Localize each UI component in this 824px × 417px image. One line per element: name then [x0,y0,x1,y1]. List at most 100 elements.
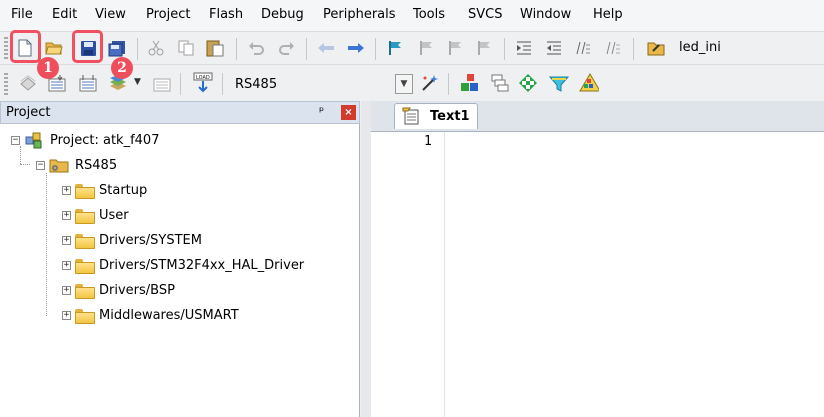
expand-icon[interactable]: + [62,260,71,270]
tree-node-group[interactable]: + Drivers/STM32F4xx_HAL_Driver [62,255,304,275]
toolbar-grip[interactable] [4,73,8,95]
folder-icon [75,283,95,299]
comment-icon[interactable] [573,38,593,58]
menu-edit[interactable]: Edit [52,7,77,22]
paste-icon[interactable] [205,38,225,58]
tree-node-group[interactable]: + Drivers/BSP [62,280,175,300]
menu-window[interactable]: Window [520,7,571,22]
tree-label-group: Drivers/SYSTEM [99,232,202,248]
open-folder-icon[interactable] [44,38,64,58]
manage-components-icon[interactable] [460,73,480,93]
menu-file[interactable]: File [11,7,33,22]
folder-icon [75,308,95,324]
tree-label-group: Drivers/BSP [99,282,175,298]
panel-splitter[interactable] [361,101,371,417]
step-badge-2: 2 [111,57,133,79]
project-panel-header: Project ᵖ × [0,101,360,124]
expand-icon[interactable]: + [62,285,71,295]
project-icon [25,132,42,149]
project-tree: − Project: atk_f407 − RS485 + Startup + … [0,124,360,417]
copy-icon[interactable] [176,38,196,58]
redo-icon[interactable] [277,38,297,58]
tab-text1[interactable]: Text1 [394,103,478,129]
tree-line [46,173,47,316]
tree-node-group[interactable]: + Startup [62,180,147,200]
tree-node-group[interactable]: + User [62,205,129,225]
find-text[interactable]: led_ini [679,40,721,55]
download-icon[interactable]: LOAD [193,72,213,93]
uncomment-icon[interactable] [603,38,623,58]
line-number: 1 [424,134,432,149]
save-all-icon[interactable] [107,38,127,58]
separator [306,38,307,60]
separator [375,38,376,60]
separator [448,73,449,95]
batch-build-dropdown-icon[interactable]: ▼ [134,77,141,87]
folder-icon [75,183,95,199]
tree-label-group: Startup [99,182,148,198]
separator [236,38,237,60]
collapse-icon[interactable]: − [36,160,45,170]
select-packs-icon[interactable] [518,73,538,93]
tab-label: Text1 [430,109,470,124]
expand-icon[interactable]: + [62,210,71,220]
bookmark-prev-icon[interactable] [416,38,436,58]
text-file-icon [402,107,419,125]
indent-icon[interactable] [514,38,534,58]
target-dropdown-arrow-icon[interactable]: ▼ [395,74,413,94]
line-gutter [371,132,445,417]
bookmark-icon[interactable] [385,38,405,58]
highlight-new-file [10,30,41,63]
folder-icon [75,233,95,249]
tree-node-target[interactable]: − RS485 [36,155,117,175]
pack-installer-icon[interactable] [549,73,569,93]
tree-node-group[interactable]: + Middlewares/USMART [62,305,239,325]
expand-icon[interactable]: + [62,235,71,245]
separator [222,73,223,95]
tree-label-group: Middlewares/USMART [99,307,239,323]
rebuild-icon[interactable] [78,73,98,93]
menu-svcs[interactable]: SVCS [468,7,502,22]
menu-bar: File Edit View Project Flash Debug Perip… [0,0,824,31]
manage-books-icon[interactable] [490,73,510,93]
tree-label-project: Project: atk_f407 [50,132,160,148]
toolbar-grip[interactable] [4,37,8,59]
menu-project[interactable]: Project [146,7,190,22]
step-badge-1: 1 [37,57,59,79]
bookmark-next-icon[interactable] [445,38,465,58]
find-in-files-icon[interactable] [646,38,666,58]
undo-icon[interactable] [246,38,266,58]
tree-label-group: Drivers/STM32F4xx_HAL_Driver [99,257,305,273]
close-icon[interactable]: × [341,105,356,120]
menu-view[interactable]: View [95,7,126,22]
menu-help[interactable]: Help [593,7,623,22]
translate-icon[interactable] [18,73,38,93]
cut-icon[interactable] [146,38,166,58]
tree-node-group[interactable]: + Drivers/SYSTEM [62,230,202,250]
tree-line [20,164,30,165]
separator [137,38,138,60]
menu-peripherals[interactable]: Peripherals [323,7,396,22]
expand-icon[interactable]: + [62,310,71,320]
folder-icon [75,208,95,224]
bookmark-clear-icon[interactable] [474,38,494,58]
tree-label-group: User [99,207,129,223]
menu-flash[interactable]: Flash [209,7,243,22]
stop-build-icon[interactable] [152,73,172,93]
event-recorder-icon[interactable] [579,73,599,93]
pin-icon[interactable]: ᵖ [319,104,324,118]
collapse-icon[interactable]: − [11,135,20,145]
menu-tools[interactable]: Tools [413,7,445,22]
target-select[interactable]: RS485 [235,77,277,92]
target-folder-icon [49,159,69,173]
separator [180,73,181,95]
unindent-icon[interactable] [544,38,564,58]
nav-forward-icon[interactable] [346,38,366,58]
menu-debug[interactable]: Debug [261,7,304,22]
svg-text:LOAD: LOAD [196,75,210,81]
expand-icon[interactable]: + [62,185,71,195]
highlight-save [72,30,103,63]
tree-node-project[interactable]: − Project: atk_f407 [11,130,159,150]
target-options-icon[interactable] [420,73,440,93]
nav-back-icon[interactable] [316,38,336,58]
